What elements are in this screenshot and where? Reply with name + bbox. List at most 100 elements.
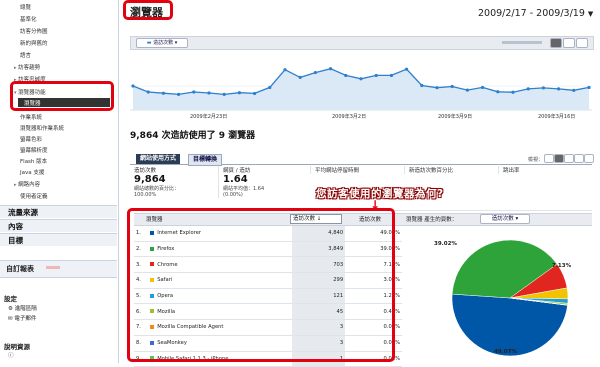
sidebar-section-goals[interactable]: 目標: [0, 233, 117, 246]
graph-day-button[interactable]: [550, 38, 562, 48]
sidebar-item-screen-colors[interactable]: 螢幕色彩: [20, 135, 42, 143]
visits-point[interactable]: [207, 91, 211, 95]
graph-date-label: 2009年3月2日: [332, 114, 367, 120]
view-label: 檢視：: [528, 157, 544, 163]
tab-site-usage[interactable]: 網站使用方式: [136, 154, 181, 164]
visits-point[interactable]: [131, 84, 135, 88]
date-range-selector[interactable]: 2009/2/17 - 2009/3/19 ▼: [478, 8, 593, 19]
sidebar-item-map[interactable]: 訪客分佈圖: [20, 27, 48, 35]
email-link[interactable]: ✉ 電子郵件: [8, 314, 36, 322]
sidebar-item-flash[interactable]: Flash 版本: [20, 157, 47, 165]
visits-point[interactable]: [405, 67, 409, 71]
contribution-select[interactable]: 造訪次數 ▾: [480, 214, 530, 224]
stat-sub: 網站平均值：1.64: [223, 186, 265, 192]
visits-point[interactable]: [192, 90, 196, 94]
email-label: 電子郵件: [14, 316, 37, 322]
visits-point[interactable]: [541, 86, 545, 90]
visits-point[interactable]: [496, 90, 500, 94]
sidebar-item-benchmark[interactable]: 基準化: [20, 15, 37, 23]
help-title: 說明資源: [4, 343, 30, 351]
visits-point[interactable]: [329, 67, 333, 71]
contribution-select-label: 造訪次數: [491, 216, 514, 222]
visits-point[interactable]: [374, 73, 378, 78]
date-range-text: 2009/2/17 - 2009/3/19: [478, 8, 585, 19]
advanced-segments-link[interactable]: ⚙ 進階區隔: [8, 304, 37, 312]
view-comparison-icon[interactable]: [574, 154, 584, 163]
visits-point[interactable]: [146, 90, 150, 94]
visits-point[interactable]: [283, 68, 287, 72]
visits-point[interactable]: [313, 70, 317, 75]
visits-point[interactable]: [222, 92, 226, 96]
stat-sub: 網站總數的百分比：: [134, 186, 180, 192]
graph-mode-buttons: [550, 38, 588, 48]
visits-point[interactable]: [450, 84, 454, 89]
visits-point[interactable]: [344, 73, 348, 78]
view-performance-icon[interactable]: [564, 154, 574, 163]
segments-icon: ⚙: [8, 306, 13, 312]
stat-new-visits: 新造訪次數百分比: [404, 166, 493, 174]
pie-label-ie: 49.07%: [494, 349, 517, 355]
pie-slice[interactable]: [451, 293, 568, 357]
stat-bounce-rate: 跳出率: [498, 166, 587, 174]
visits-point[interactable]: [420, 83, 424, 88]
visits-point[interactable]: [298, 75, 302, 79]
stat-label: 新造訪次數百分比: [409, 168, 454, 174]
visits-point[interactable]: [161, 91, 165, 95]
graph-month-button[interactable]: [576, 38, 588, 48]
visits-point[interactable]: [177, 92, 181, 96]
sidebar-section-label: 內容: [8, 222, 23, 231]
line-swatch-icon: ▬: [146, 40, 152, 46]
visits-point[interactable]: [253, 91, 257, 96]
stat-sub: 100.00%: [134, 192, 157, 198]
stat-visits: 造訪次數 9,864 網站總數的百分比： 100.00%: [134, 166, 218, 198]
sidebar-item-screen-resolution[interactable]: 螢幕解析度: [20, 146, 48, 154]
visits-point[interactable]: [587, 85, 591, 90]
about-report-link[interactable]: ⓘ: [8, 351, 14, 359]
visits-point[interactable]: [237, 91, 241, 95]
sidebar-item-user-defined[interactable]: 使用者定義: [20, 192, 48, 200]
sidebar-item-os[interactable]: 作業系統: [20, 113, 42, 121]
tab-goal-conversion[interactable]: 目標轉換: [188, 154, 223, 166]
email-icon: ✉: [8, 316, 13, 322]
visits-point[interactable]: [557, 87, 561, 91]
visits-point[interactable]: [435, 86, 439, 90]
advanced-segments-label: 進階區隔: [14, 306, 37, 312]
sidebar-item-trends[interactable]: ▸ 訪客趨勢: [14, 63, 40, 71]
visits-point[interactable]: [526, 87, 530, 91]
view-pivot-icon[interactable]: [584, 154, 594, 163]
custom-reports-label: 自訂報表: [6, 265, 34, 273]
sidebar-section-content[interactable]: 內容: [0, 219, 117, 232]
visits-point[interactable]: [359, 77, 363, 81]
visits-point[interactable]: [268, 85, 272, 90]
view-percentage-icon[interactable]: [554, 154, 564, 163]
sidebar-item-language[interactable]: 語言: [20, 51, 31, 59]
sidebar-item-label: 網路內容: [18, 182, 41, 188]
sidebar-item-new-returning[interactable]: 新的與舊的: [20, 39, 48, 47]
view-table-icon[interactable]: [544, 154, 554, 163]
stat-label: 平均網站停留時間: [315, 168, 360, 174]
visits-point[interactable]: [389, 73, 393, 78]
custom-reports-section[interactable]: 自訂報表: [0, 260, 117, 278]
visits-point[interactable]: [572, 88, 576, 92]
sidebar-item-label: 訪客趨勢: [18, 65, 41, 71]
stat-sub: (0.00%): [223, 192, 243, 198]
stat-label: 網頁 / 造訪: [223, 168, 251, 174]
visits-point[interactable]: [465, 88, 469, 92]
sidebar-item-java[interactable]: Java 支援: [20, 168, 44, 176]
new-badge: [46, 266, 60, 269]
visits-line-chart: [130, 67, 592, 111]
metric-selector[interactable]: ▬ 造訪次數 ▾: [136, 38, 188, 48]
sidebar-item-overview[interactable]: 總覽: [20, 3, 31, 11]
settings-title: 設定: [4, 295, 17, 303]
sidebar-section-traffic[interactable]: 流量來源: [0, 205, 117, 218]
highlight-box-title: [123, 0, 173, 20]
visits-point[interactable]: [511, 90, 515, 94]
graph-week-button[interactable]: [563, 38, 575, 48]
sidebar-section-label: 流量來源: [8, 208, 38, 217]
sidebar-item-network[interactable]: ▸ 網路內容: [14, 180, 40, 188]
visits-point[interactable]: [481, 85, 485, 90]
stat-label: 造訪次數: [134, 168, 157, 174]
chevron-down-icon: ▼: [587, 10, 594, 18]
stat-label: 跳出率: [503, 168, 520, 174]
sidebar-item-browser-os[interactable]: 瀏覽器和作業系統: [20, 124, 64, 132]
